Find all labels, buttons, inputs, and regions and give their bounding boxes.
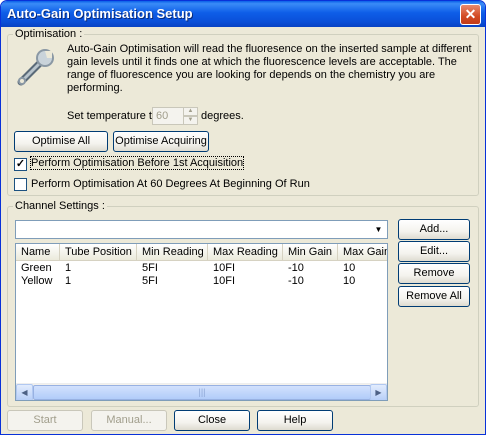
- cell-tube-position: 1: [65, 275, 72, 287]
- column-header-max-gain[interactable]: Max Gain: [338, 244, 387, 261]
- channel-combo[interactable]: ▼: [15, 220, 388, 239]
- column-header-name[interactable]: Name: [16, 244, 60, 261]
- cell-min-gain: -10: [288, 262, 304, 274]
- spin-up-icon[interactable]: ▲: [183, 107, 198, 116]
- horizontal-scrollbar[interactable]: ◀ ||| ▶: [16, 383, 387, 400]
- dialog-window: Auto-Gain Optimisation Setup ✕ Optimisat…: [0, 0, 486, 435]
- temperature-spinner[interactable]: ▲ ▼: [183, 107, 198, 125]
- cell-max-reading: 10FI: [213, 275, 236, 287]
- channel-settings-label: Channel Settings :: [13, 200, 107, 212]
- column-header-max-reading[interactable]: Max Reading: [208, 244, 283, 261]
- manual-button[interactable]: Manual...: [91, 410, 167, 431]
- cell-tube-position: 1: [65, 262, 72, 274]
- optimisation-description: Auto-Gain Optimisation will read the flu…: [67, 43, 472, 94]
- temperature-input[interactable]: 60: [152, 107, 184, 125]
- channel-list-header: Name Tube Position Min Reading Max Readi…: [16, 244, 387, 261]
- cell-name: Yellow: [21, 275, 53, 287]
- remove-channel-button[interactable]: Remove: [398, 263, 470, 284]
- start-button[interactable]: Start: [7, 410, 83, 431]
- table-row[interactable]: Green 1 5FI 10FI -10 10: [16, 262, 387, 275]
- optimise-before-checkbox[interactable]: ✓: [14, 158, 27, 171]
- optimise-before-label[interactable]: Perform Optimisation Before 1st Acquisit…: [29, 156, 245, 170]
- temperature-units: degrees.: [201, 110, 244, 122]
- table-row[interactable]: Yellow 1 5FI 10FI -10 10: [16, 275, 387, 288]
- cell-min-gain: -10: [288, 275, 304, 287]
- optimise-at-60-label[interactable]: Perform Optimisation At 60 Degrees At Be…: [31, 178, 310, 190]
- cell-min-reading: 5FI: [142, 275, 158, 287]
- scroll-right-icon[interactable]: ▶: [370, 384, 387, 400]
- cell-max-reading: 10FI: [213, 262, 236, 274]
- column-header-tube-position[interactable]: Tube Position: [60, 244, 137, 261]
- help-button[interactable]: Help: [257, 410, 333, 431]
- column-header-min-reading[interactable]: Min Reading: [137, 244, 208, 261]
- column-header-min-gain[interactable]: Min Gain: [283, 244, 338, 261]
- scroll-thumb[interactable]: |||: [33, 385, 371, 400]
- optimise-all-button[interactable]: Optimise All: [14, 131, 108, 152]
- cell-name: Green: [21, 262, 52, 274]
- cell-min-reading: 5FI: [142, 262, 158, 274]
- wrench-icon: [17, 49, 54, 86]
- scroll-left-icon[interactable]: ◀: [16, 384, 33, 400]
- add-channel-button[interactable]: Add...: [398, 219, 470, 240]
- edit-channel-button[interactable]: Edit...: [398, 241, 470, 262]
- spin-down-icon[interactable]: ▼: [183, 116, 198, 125]
- optimise-at-60-checkbox[interactable]: [14, 178, 27, 191]
- close-window-button[interactable]: ✕: [460, 4, 481, 25]
- channel-list[interactable]: Name Tube Position Min Reading Max Readi…: [15, 243, 388, 401]
- close-button[interactable]: Close: [174, 410, 250, 431]
- cell-max-gain: 10: [343, 275, 356, 287]
- temperature-label: Set temperature to: [67, 110, 159, 122]
- remove-all-channels-button[interactable]: Remove All: [398, 286, 470, 307]
- cell-max-gain: 10: [343, 262, 356, 274]
- window-title: Auto-Gain Optimisation Setup: [7, 6, 193, 21]
- optimisation-group-label: Optimisation :: [13, 28, 85, 40]
- optimise-acquiring-button[interactable]: Optimise Acquiring: [113, 131, 209, 152]
- chevron-down-icon[interactable]: ▼: [371, 222, 386, 237]
- title-bar[interactable]: Auto-Gain Optimisation Setup ✕: [1, 1, 485, 27]
